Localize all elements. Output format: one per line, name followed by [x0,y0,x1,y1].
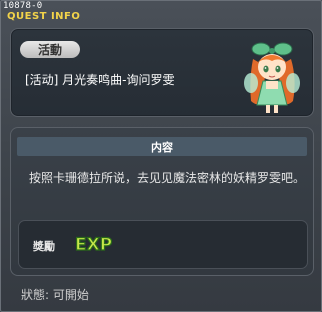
exp-icon: EXP [74,234,112,254]
quest-info-window: 10878-0 QUEST INFO 活動 [活动] 月光奏鸣曲-询问罗雯 内容… [0,0,322,312]
quest-status: 狀態: 可開始 [21,288,89,302]
content-header: 内容 [17,137,307,156]
quest-summary-panel: 活動 [活动] 月光奏鸣曲-询问罗雯 [10,28,314,117]
window-title: QUEST INFO [7,11,81,22]
npc-fairy-portrait [244,42,300,113]
quest-name: [活动] 月光奏鸣曲-询问罗雯 [25,73,175,87]
reward-label: 獎勵 [33,240,55,253]
quest-type-badge: 活動 [20,41,80,58]
exp-text: EXP [75,235,112,254]
quest-content-panel: 内容 按照卡珊德拉所说，去见见魔法密林的妖精罗雯吧。 獎勵 EXP [10,127,314,276]
quest-description: 按照卡珊德拉所说，去见见魔法密林的妖精罗雯吧。 [29,171,306,185]
quest-id: 10878-0 [3,1,43,11]
reward-box: 獎勵 EXP [18,220,308,269]
